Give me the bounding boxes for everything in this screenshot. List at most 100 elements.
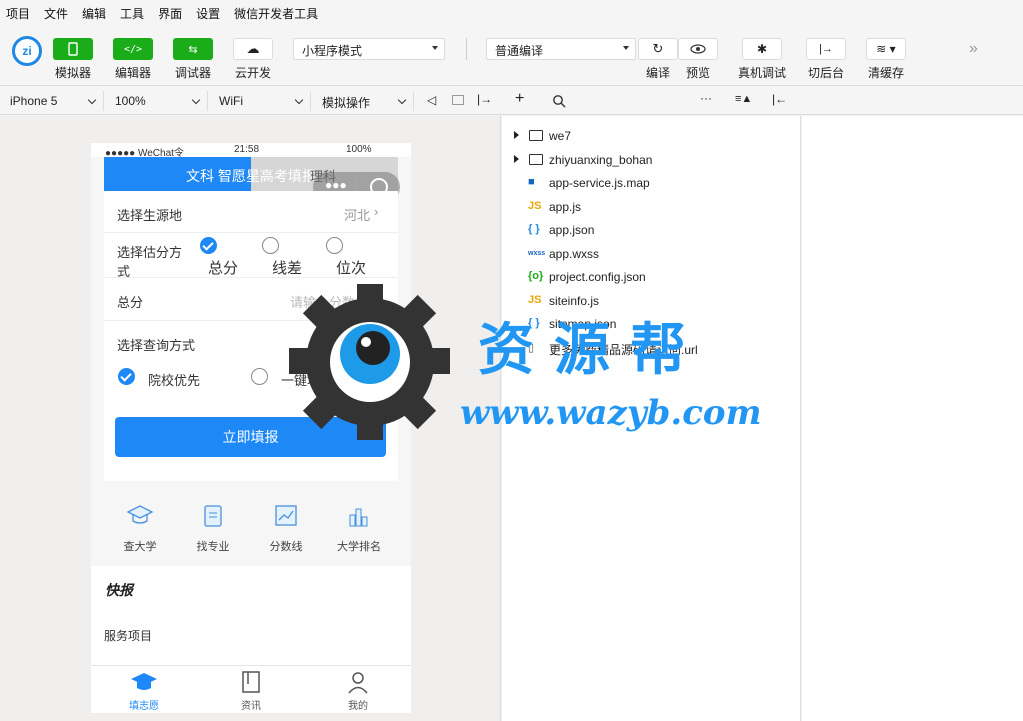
expand-arrow-icon[interactable] (514, 131, 519, 139)
radio-total-score[interactable] (200, 237, 217, 254)
sub-toolbar: iPhone 5 100% WiFi 模拟操作 ◁ |→ + ··· ≡▲ |← (0, 87, 1023, 115)
nav-label: 查大学 (123, 541, 157, 553)
nav-find-major[interactable]: 找专业 (177, 503, 249, 554)
tab-fill-volunteer[interactable]: 填志愿 (91, 666, 197, 712)
editor-toggle-button[interactable]: </> (113, 38, 153, 60)
tree-file[interactable]: JS app.js (502, 197, 801, 217)
menu-item-view[interactable]: 界面 (158, 5, 182, 22)
phone-icon (68, 42, 78, 56)
tab-news[interactable]: 资讯 (198, 666, 304, 712)
background-label: 切后台 (807, 66, 844, 80)
preview-button[interactable] (678, 38, 718, 60)
tree-item-name: app.wxss (549, 246, 600, 261)
real-debug-label: 真机调试 (737, 66, 786, 80)
device-value: iPhone 5 (10, 94, 58, 108)
menu-item-devtools[interactable]: 微信开发者工具 (234, 5, 318, 22)
nav-find-university[interactable]: 查大学 (104, 503, 176, 554)
tab-mine[interactable]: 我的 (305, 666, 411, 712)
tree-item-name: app-service.js.map (549, 176, 650, 190)
chevron-down-icon (191, 95, 201, 105)
option-school-first: 院校优先 (148, 373, 201, 388)
sort-icon[interactable]: ≡▲ (735, 93, 752, 105)
more-icon[interactable]: ··· (700, 91, 712, 105)
estimate-row: 选择估分方式 总分 线差 位次 (104, 233, 398, 279)
menu-item-file[interactable]: 文件 (44, 5, 68, 22)
zoom-select[interactable]: 100% (105, 91, 208, 111)
chevron-right-icon: › (374, 204, 379, 219)
detach-icon[interactable]: |→ (477, 92, 492, 106)
operation-value: 模拟操作 (322, 96, 371, 110)
expand-arrow-icon[interactable] (514, 154, 519, 163)
tree-folder[interactable]: zhiyuanxing_bohan (502, 150, 801, 170)
more-dots-icon[interactable]: ●●● (325, 178, 347, 192)
clear-cache-button[interactable]: ≋ ▾ (866, 38, 906, 60)
user-icon (348, 672, 368, 694)
device-select[interactable]: iPhone 5 (0, 91, 104, 111)
zoom-value: 100% (115, 94, 146, 108)
collapse-icon[interactable]: |← (772, 92, 787, 106)
switch-icon: |→ (819, 43, 833, 55)
network-value: WiFi (219, 94, 243, 108)
nav-label: 分数线 (269, 541, 303, 553)
caret-down-icon (623, 46, 629, 50)
menu-item-tools[interactable]: 工具 (120, 5, 144, 22)
user-avatar[interactable]: zi (12, 36, 42, 66)
radio-line-diff[interactable] (262, 237, 279, 254)
origin-label: 选择生源地 (117, 208, 183, 223)
radio-school-first[interactable] (118, 368, 135, 385)
window-icon[interactable] (452, 95, 464, 105)
nav-university-ranking[interactable]: 大学排名 (323, 503, 395, 554)
compile-select[interactable]: 普通编译 (486, 38, 636, 60)
menu-item-project[interactable]: 项目 (6, 5, 30, 22)
tree-file[interactable]: {o} project.config.json (502, 267, 801, 287)
chevron-down-icon (294, 95, 304, 105)
wxss-file-icon: wxss (528, 249, 546, 257)
watermark-title: 资源帮 (478, 317, 706, 383)
service-title: 服务项目 (104, 629, 153, 643)
mode-select[interactable]: 小程序模式 (293, 38, 445, 60)
debugger-label: 调试器 (174, 66, 211, 80)
radio-one-click[interactable] (251, 368, 268, 385)
tab-label: 我的 (348, 701, 368, 712)
tree-folder[interactable]: we7 (502, 126, 801, 146)
eye-icon (690, 44, 706, 54)
tree-file[interactable]: wxss app.wxss (502, 244, 801, 264)
simulator-toggle-button[interactable] (53, 38, 93, 60)
more-chevron-icon[interactable]: » (969, 40, 978, 58)
menu-item-settings[interactable]: 设置 (196, 5, 220, 22)
add-icon[interactable]: + (515, 90, 524, 108)
gear-eye-icon (289, 284, 450, 440)
origin-row[interactable]: 选择生源地 河北 › (104, 191, 398, 233)
operation-select[interactable]: 模拟操作 (312, 91, 414, 111)
caret-down-icon (432, 46, 438, 50)
debug-icon: ⇆ (188, 43, 198, 56)
preview-label: 预览 (685, 66, 710, 80)
menu-bar: 项目 文件 编辑 工具 界面 设置 微信开发者工具 (0, 0, 1023, 26)
tree-file[interactable]: { } app.json (502, 220, 801, 240)
js-file-icon: JS (528, 199, 542, 212)
radio-rank[interactable] (326, 237, 343, 254)
tab-bar: 填志愿 资讯 我的 (91, 665, 411, 713)
mode-select-value: 小程序模式 (302, 44, 363, 58)
compile-button[interactable]: ↻ (638, 38, 678, 60)
real-debug-button[interactable]: ✱ (742, 38, 782, 60)
query-label: 选择查询方式 (117, 338, 196, 353)
status-battery: 100% (346, 144, 372, 155)
refresh-icon: ↻ (652, 41, 664, 56)
config-file-icon: {o} (528, 270, 544, 282)
menu-item-edit[interactable]: 编辑 (82, 5, 106, 22)
nav-score-line[interactable]: 分数线 (250, 503, 322, 554)
nav-label: 大学排名 (337, 541, 381, 553)
background-button[interactable]: |→ (806, 38, 846, 60)
mute-icon[interactable]: ◁ (427, 93, 436, 107)
network-select[interactable]: WiFi (209, 91, 311, 111)
js-file-icon: JS (528, 293, 542, 306)
tree-file[interactable]: ■ app-service.js.map (502, 173, 801, 193)
clipboard-icon (204, 505, 222, 527)
search-icon[interactable] (552, 94, 566, 108)
debugger-toggle-button[interactable]: ⇆ (173, 38, 213, 60)
status-bar: ●●●●● WeChat令 21:58 100% (91, 143, 411, 159)
clear-cache-label: 清缓存 (867, 66, 904, 80)
cloud-button[interactable]: ☁ (233, 38, 273, 60)
map-file-icon: ■ (528, 176, 535, 188)
